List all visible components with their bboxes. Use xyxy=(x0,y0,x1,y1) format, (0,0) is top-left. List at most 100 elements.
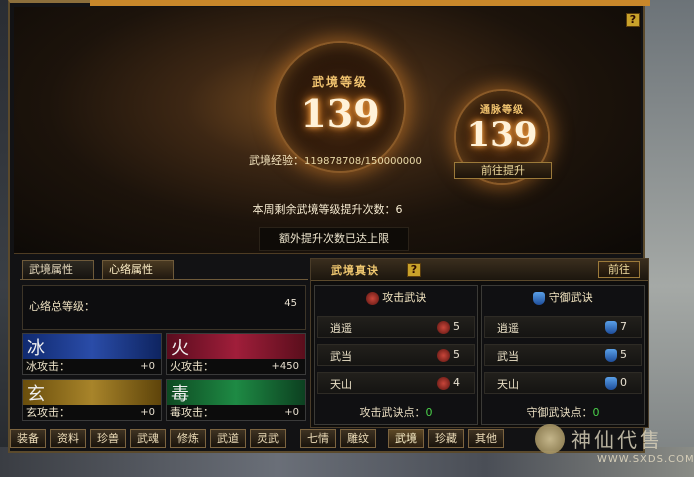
attack-icon xyxy=(436,320,450,334)
defense-row-number: 0 xyxy=(620,376,627,389)
tab-training[interactable]: 修炼 xyxy=(170,429,206,448)
tab-wujing-attributes[interactable]: 武境属性 xyxy=(22,260,94,279)
fire-name: 火 xyxy=(171,338,189,359)
tab-pets[interactable]: 珍兽 xyxy=(90,429,126,448)
wujing-zhenjue-panel: 武境真诀 ? 前往 攻击武诀 逍遥 5 武当 5 天山 4 攻击武诀点：0 守御… xyxy=(310,258,649,428)
defense-header-label: 守御武诀 xyxy=(548,291,593,304)
tab-other[interactable]: 其他 xyxy=(468,429,504,448)
ice-attack-value: +0 xyxy=(140,361,155,372)
watermark-brand: 神仙代售 xyxy=(571,428,663,452)
ice-attack-label: 冰攻击： xyxy=(26,360,70,373)
attack-column: 攻击武诀 逍遥 5 武当 5 天山 4 攻击武诀点：0 xyxy=(314,285,478,425)
attack-row-name: 逍遥 xyxy=(330,322,352,335)
defense-row-number: 5 xyxy=(620,348,627,361)
zhenjue-help-button[interactable]: ? xyxy=(407,263,421,277)
watermark-url: WWW.SXDS.COM xyxy=(597,454,694,465)
tab-wuhun[interactable]: 武魂 xyxy=(130,429,166,448)
tab-divider xyxy=(20,279,308,280)
attack-row-value: 5 xyxy=(436,348,460,362)
zhenjue-titlebar: 武境真诀 ? 前往 xyxy=(311,259,648,281)
xinluo-total-label: 心络总等级： xyxy=(29,300,95,313)
wujing-exp-label: 武境经验： xyxy=(249,154,304,167)
wujing-exp: 武境经验：119878708/150000000 xyxy=(249,152,422,168)
attack-icon xyxy=(436,348,450,362)
tab-profile[interactable]: 资料 xyxy=(50,429,86,448)
xinluo-total-box: 心络总等级： 45 xyxy=(22,285,306,330)
shield-icon xyxy=(604,348,617,362)
xuan-attack-value: +0 xyxy=(140,407,155,418)
tab-wujing[interactable]: 武境 xyxy=(388,429,424,448)
tab-lingwu[interactable]: 灵武 xyxy=(250,429,286,448)
attack-header-label: 攻击武诀 xyxy=(382,291,427,304)
ice-attack-row: 冰攻击： +0 xyxy=(23,359,161,374)
zhenjue-title: 武境真诀 xyxy=(331,264,379,277)
wujing-window: ? 武境等级 139 通脉等级 139 武境经验：119878708/15000… xyxy=(8,0,650,453)
defense-header: 守御武诀 xyxy=(482,286,644,310)
attack-row-tianshan: 天山 4 xyxy=(317,372,475,394)
element-ice: 冰 冰攻击： +0 xyxy=(22,333,162,375)
attack-points-value: 0 xyxy=(425,406,433,419)
defense-row-value: 0 xyxy=(604,376,627,390)
element-poison: 毒 毒攻击： +0 xyxy=(166,379,306,421)
attack-row-xiaoyao: 逍遥 5 xyxy=(317,316,475,338)
defense-points-label: 守御武诀点： xyxy=(526,406,593,419)
xuan-name: 玄 xyxy=(27,384,45,405)
defense-row-name: 逍遥 xyxy=(497,322,519,335)
attack-header: 攻击武诀 xyxy=(315,286,477,310)
wujing-exp-value: 119878708/150000000 xyxy=(304,156,422,167)
fire-attack-label: 火攻击： xyxy=(170,360,214,373)
goto-upgrade-button[interactable]: 前往提升 xyxy=(454,162,552,179)
wujing-level-value: 139 xyxy=(300,91,380,136)
tab-qiqing[interactable]: 七情 xyxy=(300,429,336,448)
element-fire: 火 火攻击： +450 xyxy=(166,333,306,375)
shield-icon xyxy=(604,320,617,334)
tab-collection[interactable]: 珍藏 xyxy=(428,429,464,448)
help-button[interactable]: ? xyxy=(626,13,640,27)
zhenjue-goto-button[interactable]: 前往 xyxy=(598,261,640,278)
xinluo-total-value: 45 xyxy=(284,298,297,309)
poison-attack-value: +0 xyxy=(284,407,299,418)
defense-row-xiaoyao: 逍遥 7 xyxy=(484,316,642,338)
tab-equipment[interactable]: 装备 xyxy=(10,429,46,448)
element-xuan: 玄 玄攻击： +0 xyxy=(22,379,162,421)
attack-row-number: 4 xyxy=(453,376,460,389)
watermark-logo: 神仙代售 WWW.SXDS.COM xyxy=(535,424,694,474)
attack-row-number: 5 xyxy=(453,320,460,333)
attack-row-value: 4 xyxy=(436,376,460,390)
fire-attack-value: +450 xyxy=(271,361,299,372)
weekly-remaining-text: 本周剩余武境等级提升次数：6 xyxy=(252,203,403,216)
tab-diaowen[interactable]: 雕纹 xyxy=(340,429,376,448)
logo-seal-icon xyxy=(535,424,565,454)
poison-attack-label: 毒攻击： xyxy=(170,406,214,419)
attack-row-wudang: 武当 5 xyxy=(317,344,475,366)
tongmai-level-label: 通脉等级 xyxy=(480,105,524,116)
defense-row-value: 5 xyxy=(604,348,627,362)
window-top-border xyxy=(90,0,650,6)
wujing-level-label: 武境等级 xyxy=(311,75,368,89)
ice-name: 冰 xyxy=(27,338,45,359)
xuan-attack-row: 玄攻击： +0 xyxy=(23,405,161,420)
attack-row-value: 5 xyxy=(436,320,460,334)
fire-attack-row: 火攻击： +450 xyxy=(167,359,305,374)
attack-points: 攻击武诀点：0 xyxy=(315,404,477,420)
game-screen: ? 武境等级 139 通脉等级 139 武境经验：119878708/15000… xyxy=(0,0,694,477)
attack-row-name: 武当 xyxy=(330,350,352,363)
poison-name: 毒 xyxy=(171,384,189,405)
tab-wudao[interactable]: 武道 xyxy=(210,429,246,448)
attribute-panel: 武境属性 心络属性 心络总等级： 45 冰 冰攻击： +0 火 火攻击： +45… xyxy=(20,258,308,428)
defense-row-tianshan: 天山 0 xyxy=(484,372,642,394)
defense-row-value: 7 xyxy=(604,320,627,334)
defense-row-name: 武当 xyxy=(497,350,519,363)
wujing-level-panel: ? 武境等级 139 通脉等级 139 武境经验：119878708/15000… xyxy=(14,7,641,254)
defense-points-value: 0 xyxy=(592,406,600,419)
defense-row-number: 7 xyxy=(620,320,627,333)
attack-icon xyxy=(365,291,379,305)
defense-row-name: 天山 xyxy=(497,378,519,391)
tab-xinluo-attributes[interactable]: 心络属性 xyxy=(102,260,174,279)
defense-column: 守御武诀 逍遥 7 武当 5 天山 0 守御武诀点：0 xyxy=(481,285,645,425)
shield-icon xyxy=(604,376,617,390)
defense-row-wudang: 武当 5 xyxy=(484,344,642,366)
attack-row-name: 天山 xyxy=(330,378,352,391)
extra-limit-text: 额外提升次数已达上限 xyxy=(259,227,409,251)
poison-attack-row: 毒攻击： +0 xyxy=(167,405,305,420)
